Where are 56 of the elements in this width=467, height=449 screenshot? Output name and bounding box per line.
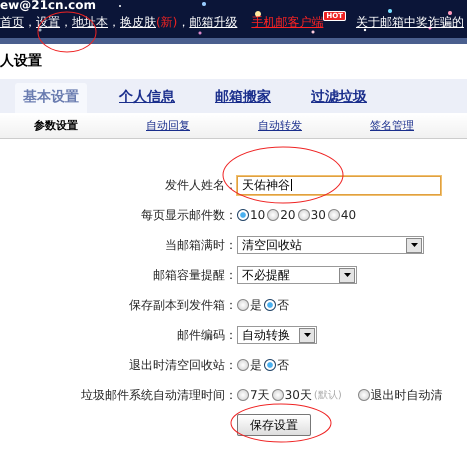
annotation-ellipse	[37, 11, 97, 53]
field-label: 每页显示邮件数：	[140, 206, 237, 224]
radio-button[interactable]	[264, 299, 276, 311]
name-field[interactable]: 天佑神谷	[237, 176, 441, 194]
option-label: 否	[277, 296, 289, 314]
field-label: 垃圾邮件系统自动清理时间：	[80, 386, 237, 404]
separator: ，	[177, 14, 190, 31]
separator: ，	[24, 14, 36, 31]
nav-link[interactable]: 关于邮箱中奖诈骗的	[356, 14, 464, 31]
tab[interactable]: 邮箱搬家	[207, 83, 279, 113]
tab[interactable]: 个人信息	[111, 83, 183, 113]
nav-link[interactable]: 邮箱升级	[189, 14, 238, 31]
subtab[interactable]: 自动回复	[112, 118, 224, 133]
radio-button[interactable]	[267, 209, 280, 221]
option-label: 40	[340, 208, 356, 222]
radio-button[interactable]	[237, 389, 249, 401]
radio-button[interactable]	[264, 359, 276, 371]
radio-button[interactable]	[272, 389, 284, 401]
tab[interactable]: 过滤垃圾	[303, 83, 375, 113]
save-button[interactable]: 保存设置	[237, 414, 311, 436]
tab[interactable]: 基本设置	[15, 83, 87, 113]
option-label: 退出时自动清	[370, 386, 443, 404]
page-title: 人设置	[0, 52, 43, 71]
separator: ，	[108, 14, 120, 31]
field-label: 退出时清空回收站：	[128, 356, 237, 374]
radio-button[interactable]	[237, 209, 249, 221]
radio-button[interactable]	[298, 209, 310, 221]
subtab[interactable]: 签名管理	[336, 118, 448, 133]
nav-link[interactable]: 首页	[0, 14, 24, 31]
radio-button[interactable]	[328, 209, 340, 221]
nav-link[interactable]: 换皮肤	[120, 14, 156, 31]
field-label: 当邮箱满时：	[164, 236, 237, 254]
option-label: 是	[250, 356, 262, 374]
field-label: 邮箱容量提醒：	[152, 266, 237, 284]
option-label: 是	[250, 296, 262, 314]
subtab[interactable]: 参数设置	[0, 118, 112, 133]
option-label: 30天	[284, 386, 312, 404]
option-note: (默认)	[314, 389, 342, 402]
field-label: 邮件编码：	[176, 326, 237, 344]
nav-link[interactable]: 手机邮客户端	[251, 14, 324, 31]
dropdown[interactable]: 不必提醒	[237, 266, 357, 284]
option-label: 7天	[250, 386, 270, 404]
separator: ，	[60, 14, 72, 31]
dropdown[interactable]: 自动转换	[237, 326, 317, 344]
option-label: 10	[250, 208, 266, 222]
radio-button[interactable]	[237, 299, 249, 311]
dropdown[interactable]: 清空回收站	[237, 236, 424, 254]
subtab[interactable]: 自动转发	[224, 118, 336, 133]
new-label: (新)	[156, 14, 178, 31]
option-label: 20	[280, 208, 296, 222]
radio-button[interactable]	[358, 389, 370, 401]
option-label: 否	[277, 356, 289, 374]
field-label: 保存副本到发件箱：	[128, 296, 237, 314]
option-label: 30	[310, 208, 326, 222]
radio-button[interactable]	[237, 359, 249, 371]
account-email: ew@21cn.com	[0, 0, 96, 12]
